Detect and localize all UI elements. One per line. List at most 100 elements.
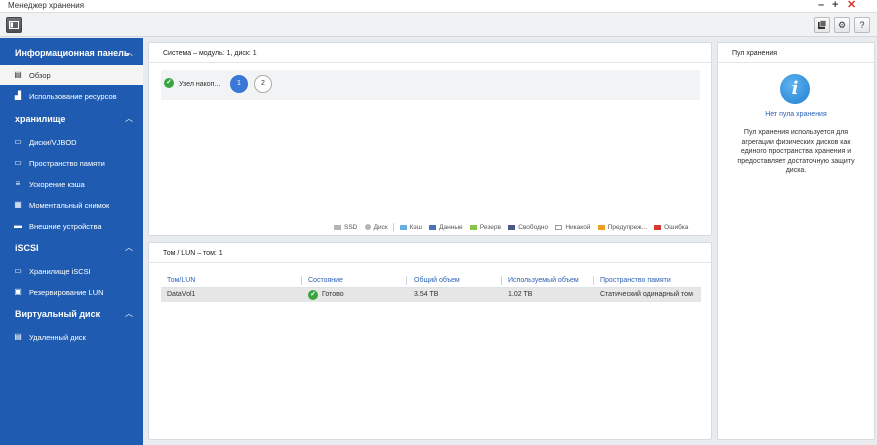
volume-panel-header: Том / LUN – том: 1: [149, 243, 711, 263]
chevron-up-icon: ︿: [125, 48, 133, 57]
sidebar-item-label: Использование ресурсов: [29, 92, 117, 101]
sidebar-section-storage[interactable]: хранилище ︿: [0, 108, 143, 130]
close-button[interactable]: ✕: [847, 0, 856, 12]
pool-description: Пул хранения используется для агрегации …: [737, 129, 855, 174]
column-divider[interactable]: [593, 276, 594, 285]
volume-panel: Том / LUN – том: 1 Том/LUN Состояние Общ…: [148, 242, 712, 440]
legend-swatch: [334, 224, 341, 230]
disk-icon: ▭: [14, 137, 22, 146]
legend-data: Данные: [429, 223, 463, 231]
volume-used: 1.02 TB: [508, 291, 533, 298]
table-row[interactable]: DataVol1 ✓ Готово 3.54 TB 1.02 TB Статич…: [161, 288, 701, 302]
sidebar-section-iscsi[interactable]: iSCSI ︿: [0, 237, 143, 259]
sidebar-item-label: Ускорение кэша: [29, 180, 85, 189]
sidebar-section-virtual-disk[interactable]: Виртуальный диск ︿: [0, 303, 143, 325]
sidebar-item-cache[interactable]: ≡ Ускорение кэша: [0, 174, 143, 194]
sidebar-item-label: Пространство памяти: [29, 159, 105, 168]
sidebar-item-label: Диски/VJBOD: [29, 138, 77, 147]
column-header-space[interactable]: Пространство памяти: [600, 277, 671, 284]
legend-label: Свободно: [518, 223, 549, 231]
node-label[interactable]: Узел накоп...: [179, 81, 220, 88]
column-header-volume[interactable]: Том/LUN: [167, 277, 195, 284]
legend-label: Кэш: [409, 223, 422, 231]
legend-swatch: [508, 224, 516, 230]
column-header-used[interactable]: Используемый объем: [508, 277, 579, 284]
system-panel-title: Система – модуль: 1, диск: 1: [163, 50, 257, 57]
legend-none: Никакой: [555, 224, 590, 231]
sidebar-item-label: Обзор: [29, 71, 51, 80]
sidebar-item-lun-backup[interactable]: ▣ Резервирование LUN: [0, 282, 143, 302]
qtier-button[interactable]: [814, 17, 830, 33]
column-divider[interactable]: [301, 276, 302, 285]
column-divider[interactable]: [406, 276, 407, 285]
node-page-2[interactable]: 2: [254, 75, 272, 93]
volume-status: Готово: [322, 291, 344, 298]
external-device-icon: ▬: [14, 221, 22, 230]
iscsi-icon: ▭: [14, 266, 22, 275]
legend-warning: Предупреж...: [597, 223, 647, 231]
cache-icon: ≡: [15, 179, 21, 188]
node-page-1[interactable]: 1: [230, 75, 248, 93]
sidebar-toggle-button[interactable]: [6, 17, 22, 33]
chevron-up-icon: ︿: [125, 309, 133, 318]
sidebar-item-label: Моментальный снимок: [29, 201, 110, 210]
pool-panel-title: Пул хранения: [732, 50, 778, 57]
volume-total: 3.54 TB: [414, 291, 439, 298]
storage-node-bar: ✓ Узел накоп... 1 2: [161, 70, 700, 100]
sidebar-item-remote-disk[interactable]: ▤ Удаленный диск: [0, 327, 143, 347]
help-button[interactable]: ?: [854, 17, 870, 33]
legend-free: Свободно: [508, 224, 548, 231]
system-panel: Система – модуль: 1, диск: 1 ✓ Узел нако…: [148, 42, 712, 236]
panel-icon: [9, 21, 19, 29]
sidebar-item-overview[interactable]: ▤ Обзор: [0, 65, 143, 85]
sidebar-item-resource-usage[interactable]: ▟ Использование ресурсов: [0, 86, 143, 106]
minimize-button[interactable]: –: [818, 0, 824, 12]
no-pool-label: Нет пула хранения: [765, 111, 827, 118]
sidebar-item-label: Хранилище iSCSI: [29, 267, 91, 276]
chart-icon: ▟: [14, 91, 22, 100]
settings-button[interactable]: ⚙: [834, 17, 850, 33]
sidebar-section-dashboard[interactable]: Информационная панель ︿: [0, 42, 143, 64]
info-icon: i: [780, 74, 810, 104]
system-panel-header: Система – модуль: 1, диск: 1: [149, 43, 711, 63]
snapshot-icon: ▦: [14, 200, 22, 209]
help-icon: ?: [859, 20, 865, 30]
chevron-up-icon: ︿: [125, 243, 133, 252]
column-divider[interactable]: [501, 276, 502, 285]
chevron-up-icon: ︿: [125, 114, 133, 123]
storage-icon: ▭: [14, 158, 22, 167]
column-header-status[interactable]: Состояние: [308, 277, 343, 284]
legend-swatch: [654, 224, 662, 230]
legend-label: Ошибка: [664, 223, 689, 231]
sidebar-item-label: Внешние устройства: [29, 222, 102, 231]
toolbar: ⚙ ?: [0, 13, 877, 37]
sidebar-item-label: Резервирование LUN: [29, 288, 104, 297]
maximize-button[interactable]: +: [832, 0, 838, 12]
legend-swatch: [364, 224, 371, 230]
volume-panel-title: Том / LUN – том: 1: [163, 250, 223, 257]
status-ok-icon: ✓: [164, 78, 174, 88]
legend-label: SSD: [344, 223, 358, 231]
sidebar-item-storage-space[interactable]: ▭ Пространство памяти: [0, 153, 143, 173]
legend-error: Ошибка: [654, 224, 688, 231]
column-header-total[interactable]: Общий объем: [414, 277, 460, 284]
sidebar-item-iscsi-storage[interactable]: ▭ Хранилище iSCSI: [0, 261, 143, 281]
legend-swatch: [429, 224, 437, 230]
legend-label: Данные: [439, 223, 463, 231]
sidebar-section-label: Виртуальный диск: [15, 309, 101, 319]
overview-icon: ▤: [14, 70, 22, 79]
volume-name: DataVol1: [167, 291, 196, 298]
sidebar-item-snapshot[interactable]: ▦ Моментальный снимок: [0, 195, 143, 215]
sidebar-item-external-devices[interactable]: ▬ Внешние устройства: [0, 216, 143, 236]
pool-panel-header: Пул хранения: [718, 43, 874, 63]
legend-ssd: SSD: [334, 224, 357, 231]
legend-label: Предупреж...: [607, 223, 647, 231]
sidebar-item-disks[interactable]: ▭ Диски/VJBOD: [0, 132, 143, 152]
remote-disk-icon: ▤: [14, 332, 22, 341]
window-title: Менеджер хранения: [8, 1, 85, 10]
legend-swatch: [399, 224, 407, 230]
legend-swatch: [555, 224, 563, 230]
volume-space: Статический одинарный том: [600, 291, 693, 298]
qtier-icon: [818, 20, 827, 29]
legend-swatch: [469, 224, 477, 230]
